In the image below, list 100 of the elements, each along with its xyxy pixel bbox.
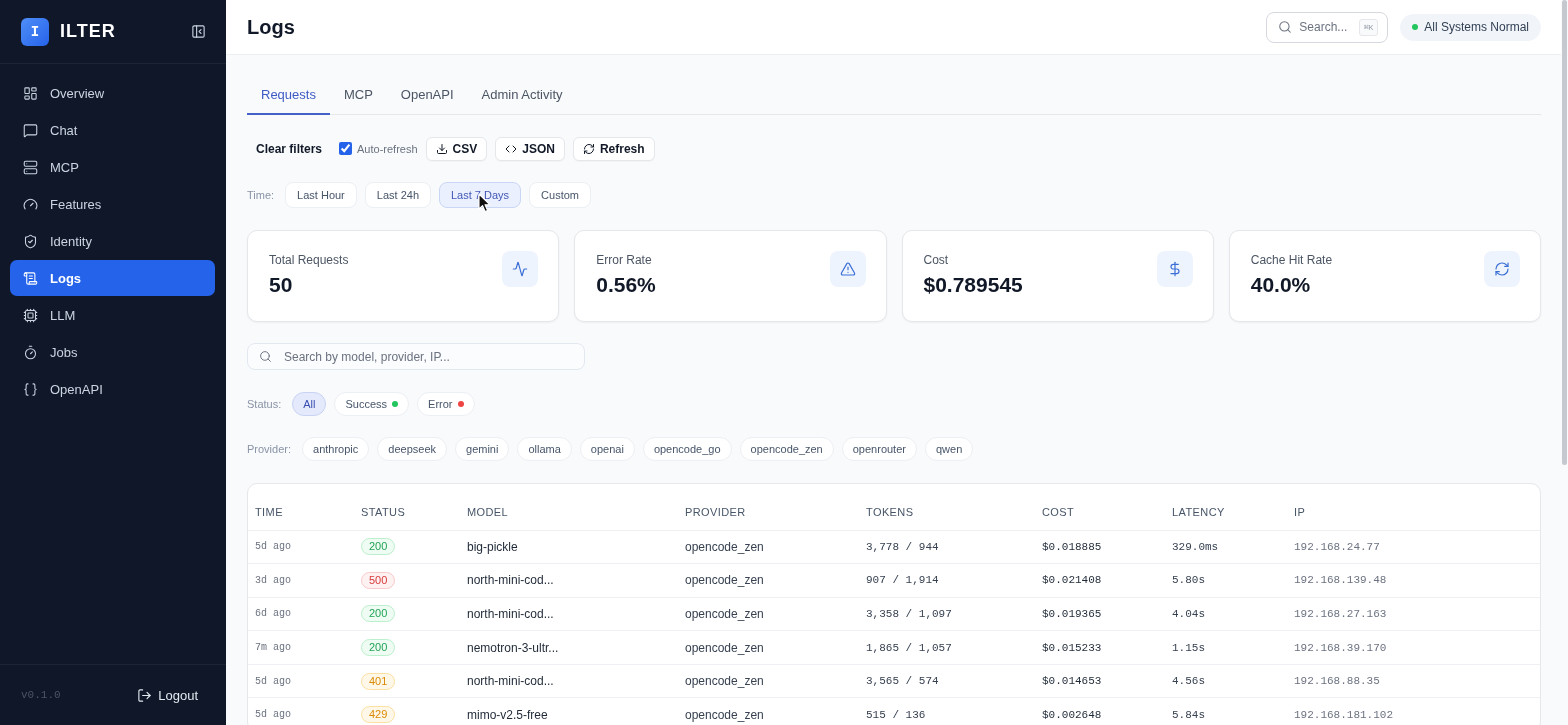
- status-code-badge: 401: [361, 672, 396, 690]
- time-filter-label: Time:: [247, 189, 275, 201]
- provider-filter-chip[interactable]: openai: [579, 437, 635, 461]
- tab[interactable]: Requests: [247, 75, 330, 115]
- version-label: v0.1.0: [21, 689, 61, 701]
- table-cell-text: 192.168.24.77: [1293, 540, 1381, 553]
- status-code-badge: 200: [361, 538, 396, 556]
- refresh-button[interactable]: Refresh: [572, 136, 655, 161]
- column-header: MODEL: [466, 504, 510, 520]
- table-cell-text: big-pickle: [466, 539, 519, 554]
- column-header: LATENCY: [1171, 504, 1226, 520]
- logout-icon: [137, 687, 153, 703]
- provider-filter-chip[interactable]: ollama: [517, 437, 572, 461]
- stat-label: Cost: [923, 252, 950, 267]
- table-cell-text: 1,865 / 1,057: [865, 641, 953, 654]
- table-cell-text: $0.021408: [1041, 574, 1103, 587]
- table-cell-text: 192.168.181.102: [1293, 708, 1395, 721]
- shield-check-icon: [23, 233, 38, 249]
- gauge-icon: [23, 196, 38, 212]
- table-cell-text: 192.168.39.170: [1293, 641, 1388, 654]
- provider-filter-chip[interactable]: deepseek: [377, 437, 447, 461]
- status-filter-chip[interactable]: Error: [417, 391, 475, 416]
- status-dot-icon: [1412, 24, 1419, 30]
- status-code-badge: 429: [361, 706, 396, 724]
- dashboard-icon: [23, 85, 38, 101]
- pulse-icon: [502, 250, 539, 287]
- search-field[interactable]: Search by model, provider, IP...: [247, 343, 585, 370]
- table-cell-text: 3,565 / 574: [865, 675, 940, 688]
- table-cell-text: $0.014653: [1041, 675, 1103, 688]
- table-cell-text: 192.168.27.163: [1293, 608, 1388, 620]
- table-cell-text: opencode_zen: [684, 539, 765, 554]
- nav-item[interactable]: Identity: [10, 223, 215, 259]
- table-cell-text: opencode_zen: [684, 573, 765, 588]
- stat-value: 40.0%: [1250, 272, 1312, 297]
- column-header: COST: [1041, 504, 1076, 520]
- stat-value: $0.789545: [923, 272, 1023, 297]
- status-code-badge: 200: [361, 639, 396, 657]
- time-range-chip[interactable]: Custom: [529, 182, 591, 208]
- download-icon: [435, 142, 448, 155]
- provider-filter-chip[interactable]: gemini: [455, 437, 510, 461]
- table-cell-text: 5.80s: [1171, 574, 1206, 587]
- search-button[interactable]: Search... ⌘K: [1266, 11, 1389, 43]
- page-title: Logs: [247, 15, 296, 39]
- server-icon: [23, 159, 38, 175]
- search-icon: [1278, 20, 1293, 34]
- stat-label: Total Requests: [269, 252, 349, 267]
- provider-filter-chip[interactable]: anthropic: [302, 437, 370, 461]
- provider-filter-chip[interactable]: opencode_zen: [739, 437, 834, 461]
- panel-collapse-icon: [191, 24, 206, 39]
- clear-filters-button[interactable]: Clear filters: [247, 136, 332, 161]
- nav-item[interactable]: OpenAPI: [10, 371, 215, 407]
- table-cell-text: 5d ago: [254, 675, 292, 687]
- table-cell-text: 329.0ms: [1171, 540, 1220, 553]
- nav-item[interactable]: Jobs: [10, 334, 215, 370]
- status-filter-chip[interactable]: Success: [334, 391, 410, 416]
- table-cell-text: north-mini-cod...: [466, 674, 555, 689]
- provider-filter-chip[interactable]: qwen: [924, 437, 974, 461]
- nav-item[interactable]: Overview: [10, 75, 215, 111]
- tab[interactable]: MCP: [329, 75, 387, 115]
- scroll-icon: [23, 270, 38, 286]
- table-cell-text: 515 / 136: [865, 708, 927, 721]
- status-filter-chip[interactable]: All: [292, 391, 327, 416]
- column-header: STATUS: [360, 504, 407, 520]
- table-cell-text: opencode_zen: [684, 707, 765, 722]
- nav-item[interactable]: MCP: [10, 149, 215, 185]
- app-name: ILTER: [60, 21, 116, 42]
- table-cell-text: 907 / 1,914: [865, 574, 940, 587]
- tab[interactable]: OpenAPI: [386, 75, 468, 115]
- provider-filter-chip[interactable]: openrouter: [841, 437, 917, 461]
- table-cell-text: 1.15s: [1171, 641, 1206, 654]
- time-range-chip[interactable]: Last 7 Days: [439, 182, 522, 208]
- json-button[interactable]: JSON: [495, 136, 565, 161]
- table-cell-text: $0.002648: [1041, 708, 1103, 721]
- nav-item[interactable]: LLM: [10, 297, 215, 333]
- scrollbar-thumb[interactable]: [1562, 0, 1567, 465]
- table-cell-text: $0.018885: [1041, 540, 1103, 553]
- refresh-icon: [582, 142, 595, 155]
- auto-refresh-checkbox[interactable]: [339, 142, 353, 155]
- table-cell-text: nemotron-3-ultr...: [466, 640, 560, 655]
- table-cell-text: opencode_zen: [684, 607, 765, 621]
- system-status-text: All Systems Normal: [1424, 20, 1529, 34]
- nav-item[interactable]: Chat: [10, 112, 215, 148]
- table-cell-text: 192.168.88.35: [1293, 675, 1381, 688]
- table-cell-text: mimo-v2.5-free: [466, 707, 549, 722]
- table-cell-text: 3d ago: [254, 574, 292, 586]
- table-cell-text: 192.168.139.48: [1293, 574, 1388, 587]
- shortcut-key: ⌘K: [1358, 18, 1379, 36]
- logout-button[interactable]: Logout: [137, 687, 198, 703]
- tab[interactable]: Admin Activity: [467, 75, 577, 115]
- table-cell-text: $0.019365: [1041, 608, 1103, 620]
- time-range-chip[interactable]: Last Hour: [285, 182, 357, 208]
- csv-button[interactable]: CSV: [425, 136, 488, 161]
- nav-item[interactable]: Logs: [10, 260, 215, 296]
- braces-icon: [23, 381, 38, 397]
- provider-filter-chip[interactable]: opencode_go: [642, 437, 732, 461]
- nav-item[interactable]: Features: [10, 186, 215, 222]
- column-header: TIME: [254, 504, 284, 520]
- time-range-chip[interactable]: Last 24h: [364, 182, 431, 208]
- warning-icon: [829, 250, 866, 287]
- collapse-sidebar-button[interactable]: [191, 24, 206, 39]
